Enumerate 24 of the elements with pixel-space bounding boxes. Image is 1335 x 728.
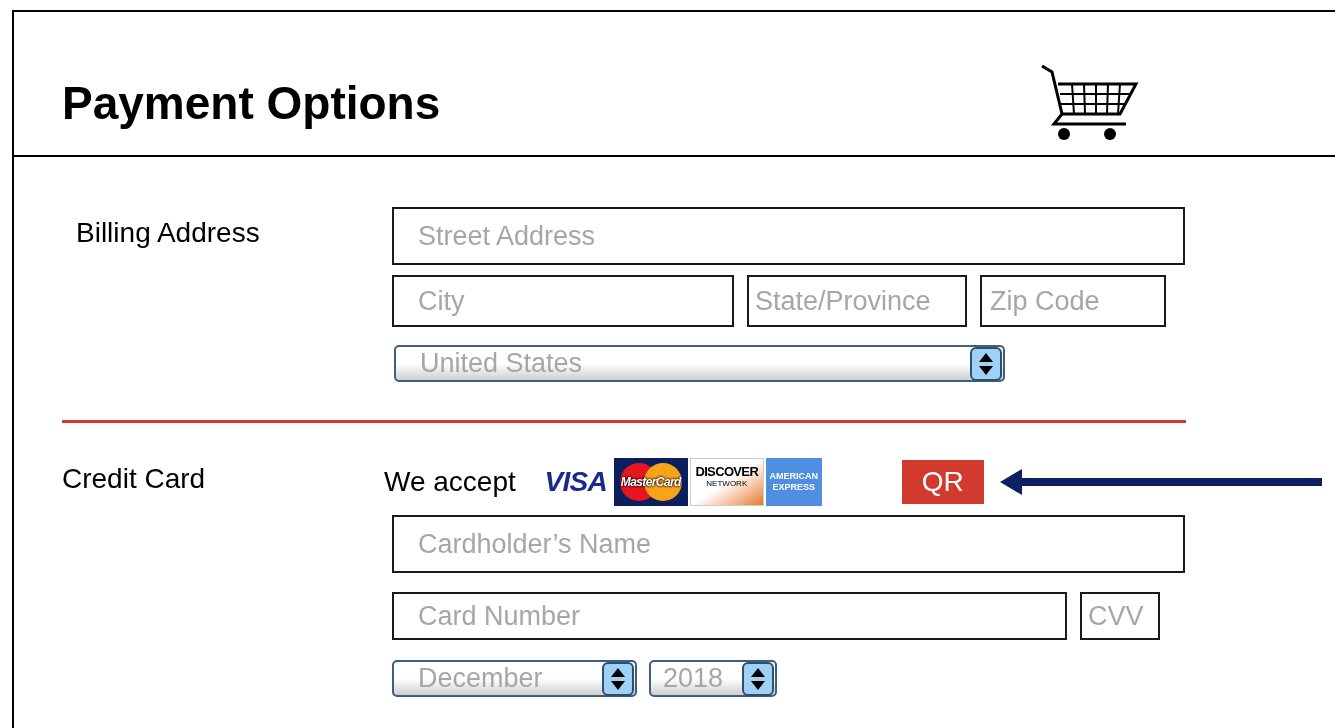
- qr-button[interactable]: QR: [901, 460, 984, 504]
- card-logo-text: DISCOVER: [695, 465, 759, 478]
- cart-icon[interactable]: [1040, 62, 1140, 142]
- state-field[interactable]: State/Province: [747, 275, 967, 327]
- arrow-icon: [999, 467, 1322, 497]
- spinner-icon: [602, 661, 634, 696]
- month-select[interactable]: December: [392, 660, 637, 697]
- cvv-field[interactable]: CVV: [1080, 592, 1160, 640]
- spinner-icon: [970, 346, 1002, 381]
- section-label: Billing Address: [75, 216, 261, 250]
- card-number-field[interactable]: Card Number: [392, 592, 1067, 640]
- section-label: Credit Card: [62, 462, 207, 496]
- card-logo: VISA: [543, 465, 609, 499]
- card-logo-text: AMERICAN: [769, 470, 819, 482]
- spinner-icon: [742, 661, 774, 696]
- card-logo-subtext: EXPRESS: [772, 482, 816, 494]
- cardholder-name-field[interactable]: Cardholder’s Name: [392, 515, 1185, 573]
- street-address-field[interactable]: Street Address: [392, 207, 1185, 265]
- country-select[interactable]: United States: [394, 345, 1005, 382]
- accept-label: We accept: [384, 468, 516, 496]
- zip-code-field[interactable]: Zip Code: [980, 275, 1166, 327]
- year-select[interactable]: 2018: [649, 660, 777, 697]
- card-logo-subtext: NETWORK: [706, 480, 748, 488]
- city-field[interactable]: City: [392, 275, 734, 327]
